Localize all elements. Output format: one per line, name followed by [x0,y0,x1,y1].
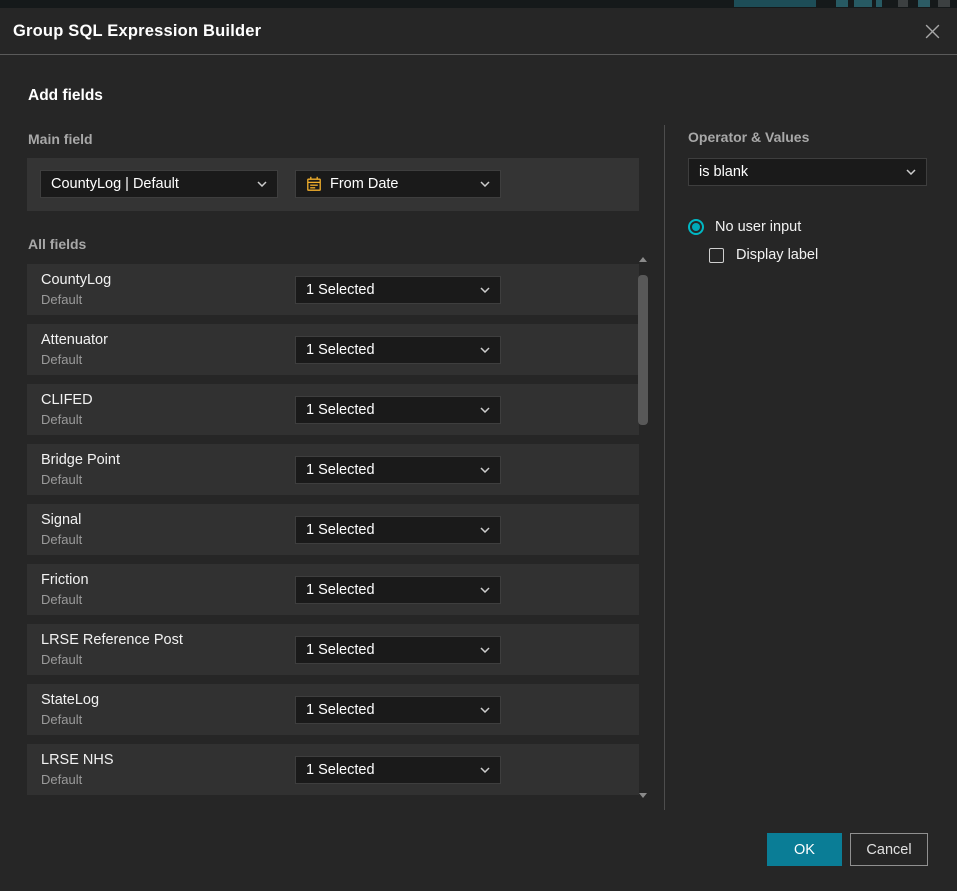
field-value-select-value: 1 Selected [306,282,472,298]
field-value-select[interactable]: 1 Selected [295,336,501,364]
screen: Group SQL Expression Builder Add fields … [0,0,957,891]
field-value-select-value: 1 Selected [306,402,472,418]
group-sql-expression-builder-dialog: Group SQL Expression Builder Add fields … [0,8,957,891]
field-value-select[interactable]: 1 Selected [295,756,501,784]
operator-select[interactable]: is blank [688,158,927,186]
background-remnant [854,0,872,7]
date-field-select[interactable]: From Date [295,170,501,198]
field-row: Friction Default 1 Selected [27,564,639,615]
chevron-down-icon [257,181,267,187]
field-row: CLIFED Default 1 Selected [27,384,639,435]
display-label-checkbox[interactable]: Display label [709,247,927,263]
field-value-select[interactable]: 1 Selected [295,396,501,424]
dialog-title: Group SQL Expression Builder [13,8,261,55]
chevron-down-icon [480,767,490,773]
list-scrollbar[interactable] [637,255,649,800]
field-value-select[interactable]: 1 Selected [295,456,501,484]
background-remnant [876,0,882,7]
background-remnant [938,0,950,7]
layer-select-value: CountyLog | Default [51,176,249,192]
field-value-select[interactable]: 1 Selected [295,276,501,304]
no-user-input-label: No user input [715,219,801,235]
scrollbar-thumb[interactable] [638,275,648,425]
scroll-up-arrow-icon[interactable] [639,257,647,262]
operator-select-value: is blank [699,164,898,180]
field-value-select[interactable]: 1 Selected [295,516,501,544]
field-value-select[interactable]: 1 Selected [295,636,501,664]
display-label-label: Display label [736,247,818,263]
field-row: LRSE Reference Post Default 1 Selected [27,624,639,675]
all-fields-label: All fields [28,236,86,252]
chevron-down-icon [480,407,490,413]
field-value-select-value: 1 Selected [306,642,472,658]
field-row: Bridge Point Default 1 Selected [27,444,639,495]
background-remnant [836,0,848,7]
background-remnant [898,0,908,7]
ok-button[interactable]: OK [767,833,842,866]
field-row: LRSE NHS Default 1 Selected [27,744,639,795]
main-field-label: Main field [28,131,93,147]
field-row: Attenuator Default 1 Selected [27,324,639,375]
chevron-down-icon [480,347,490,353]
field-row: CountyLog Default 1 Selected [27,264,639,315]
all-fields-list: CountyLog Default 1 Selected Attenuator … [27,264,639,804]
scroll-down-arrow-icon[interactable] [639,793,647,798]
dialog-footer: OK Cancel [767,833,928,866]
calendar-icon [306,176,322,192]
chevron-down-icon [480,467,490,473]
field-value-select-value: 1 Selected [306,582,472,598]
dialog-header: Group SQL Expression Builder [0,8,957,55]
background-app-strip [0,0,957,8]
add-fields-heading: Add fields [28,87,103,105]
column-divider [664,125,665,810]
background-remnant [734,0,816,7]
field-value-select[interactable]: 1 Selected [295,576,501,604]
date-field-select-value: From Date [330,176,472,192]
no-user-input-radio[interactable]: No user input [688,219,927,235]
chevron-down-icon [480,647,490,653]
field-value-select-value: 1 Selected [306,762,472,778]
close-icon[interactable] [921,20,943,42]
field-value-select[interactable]: 1 Selected [295,696,501,724]
field-value-select-value: 1 Selected [306,522,472,538]
chevron-down-icon [480,527,490,533]
field-value-select-value: 1 Selected [306,342,472,358]
operator-values-label: Operator & Values [688,129,927,145]
chevron-down-icon [480,181,490,187]
radio-selected-icon [688,219,704,235]
operator-values-panel: Operator & Values is blank No user input… [688,129,927,263]
field-value-select-value: 1 Selected [306,462,472,478]
field-row: StateLog Default 1 Selected [27,684,639,735]
chevron-down-icon [480,587,490,593]
chevron-down-icon [480,707,490,713]
field-value-select-value: 1 Selected [306,702,472,718]
background-remnant [918,0,930,7]
checkbox-unchecked-icon [709,248,724,263]
main-field-panel: CountyLog | Default From Date [27,158,639,211]
chevron-down-icon [480,287,490,293]
layer-select[interactable]: CountyLog | Default [40,170,278,198]
field-row: Signal Default 1 Selected [27,504,639,555]
cancel-button[interactable]: Cancel [850,833,928,866]
chevron-down-icon [906,169,916,175]
